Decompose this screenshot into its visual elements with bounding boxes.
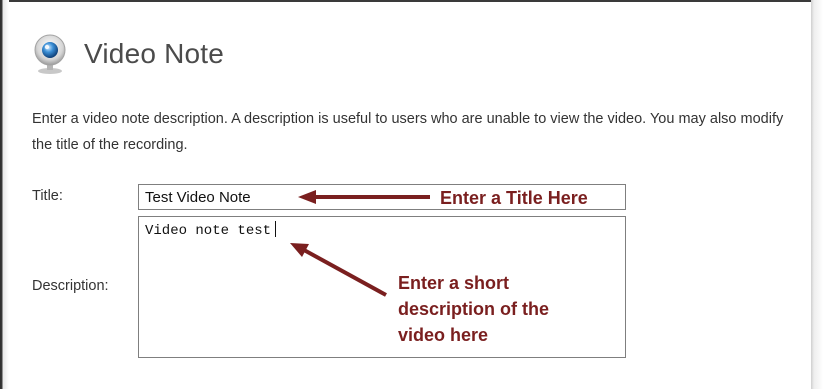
description-callout-line-1: Enter a short <box>398 273 510 293</box>
title-callout: Enter a Title Here <box>440 188 588 208</box>
description-textarea-value: Video note test <box>145 223 272 239</box>
instructions-text: Enter a video note description. A descri… <box>32 111 784 153</box>
screenshot-frame: Video Note Enter a video note descriptio… <box>0 0 823 389</box>
title-label: Title: <box>32 188 63 204</box>
title-input-value: Test Video Note <box>145 189 251 206</box>
description-callout-line-2: description of the <box>398 299 550 319</box>
description-callout: Enter a short description of the video h… <box>398 270 549 348</box>
description-callout-line-3: video here <box>398 325 489 345</box>
description-textarea[interactable]: Video note test <box>138 216 626 358</box>
panel-header: Video Note <box>32 32 224 76</box>
window-right-shadow <box>811 0 823 389</box>
text-cursor <box>275 221 277 237</box>
video-note-panel: Video Note Enter a video note descriptio… <box>12 2 811 389</box>
window-left-border <box>0 0 9 389</box>
description-label: Description: <box>32 278 109 294</box>
webcam-icon <box>32 33 68 75</box>
page-title: Video Note <box>84 38 225 69</box>
